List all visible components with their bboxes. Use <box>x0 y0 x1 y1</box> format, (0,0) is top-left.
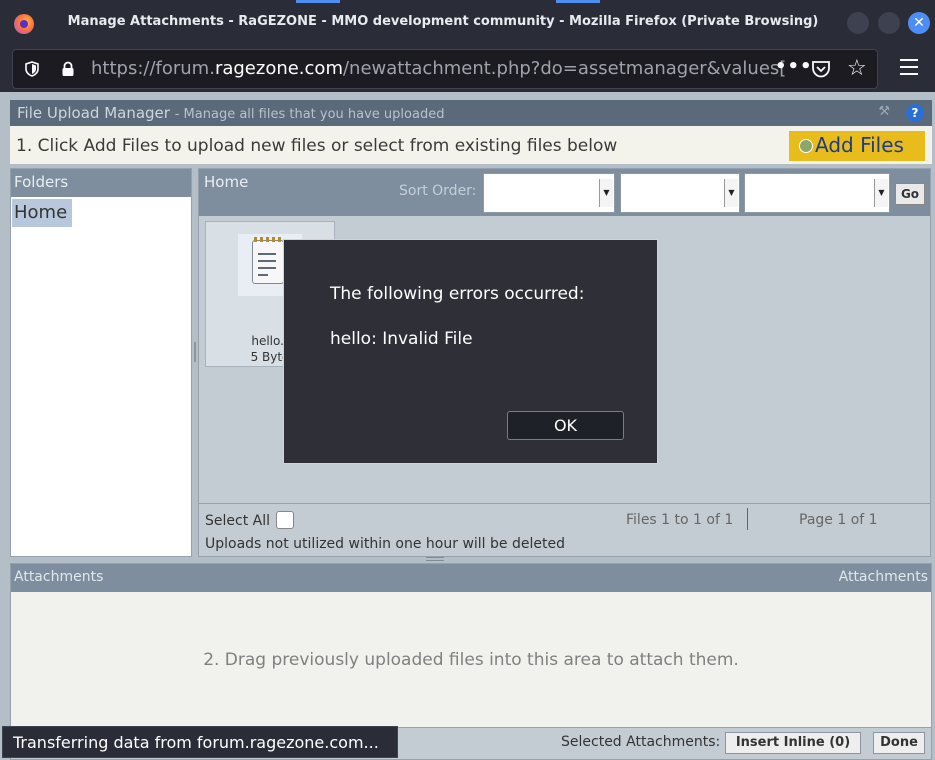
chevron-down-icon: ▼ <box>599 179 613 207</box>
attachments-header-left: Attachments <box>14 569 104 585</box>
insert-inline-button[interactable]: Insert Inline (0) <box>725 732 861 754</box>
window-title: Manage Attachments - RaGEZONE - MMO deve… <box>67 14 819 29</box>
manager-subtitle: - Manage all files that you have uploade… <box>174 107 445 122</box>
help-icon[interactable]: ? <box>906 104 924 122</box>
url-bar[interactable]: https://forum.ragezone.com/newattachment… <box>12 49 878 89</box>
select-all-checkbox[interactable] <box>276 511 294 529</box>
close-window-button[interactable]: ✕ <box>908 12 930 34</box>
url-path: /newattachment.php?do=assetmanager&value… <box>342 58 787 79</box>
url-prefix: https://forum. <box>91 58 215 79</box>
folders-header: Folders <box>11 169 191 197</box>
error-dialog: The following errors occurred: hello: In… <box>283 239 658 464</box>
file-upload-manager-header: File Upload Manager - Manage all files t… <box>10 100 932 126</box>
files-header: Home Sort Order: ▼ ▼ ▼ Go <box>199 169 930 216</box>
tools-icon[interactable]: ⚒ <box>878 104 890 119</box>
sort-select-3[interactable]: ▼ <box>744 173 890 213</box>
maximize-button[interactable] <box>878 12 900 34</box>
go-button[interactable]: Go <box>895 183 925 205</box>
resize-grip[interactable] <box>426 557 444 561</box>
manager-title: File Upload Manager - Manage all files t… <box>17 104 444 122</box>
done-button[interactable]: Done <box>873 732 925 754</box>
error-dialog-heading: The following errors occurred: <box>330 284 585 304</box>
chevron-down-icon: ▼ <box>724 179 738 207</box>
manager-title-text: File Upload Manager <box>17 104 170 122</box>
add-plus-icon <box>799 139 813 153</box>
hamburger-menu-icon[interactable] <box>900 59 918 75</box>
ok-button[interactable]: OK <box>507 411 624 440</box>
minimize-button[interactable] <box>847 12 869 34</box>
select-all-label: Select All <box>205 513 270 529</box>
add-files-label: Add Files <box>815 133 904 157</box>
sort-order-label: Sort Order: <box>399 183 477 199</box>
pocket-icon[interactable] <box>811 60 831 78</box>
window-titlebar: Manage Attachments - RaGEZONE - MMO deve… <box>0 0 935 46</box>
page-actions-menu-icon[interactable]: ••• <box>775 56 813 77</box>
tracking-protection-shield-icon[interactable] <box>25 61 39 77</box>
titlebar-accent <box>296 0 340 3</box>
files-count: Files 1 to 1 of 1 <box>626 512 734 528</box>
drag-drop-hint: 2. Drag previously uploaded files into t… <box>203 650 739 670</box>
panel-splitter[interactable] <box>194 342 196 362</box>
files-footer: Select All Files 1 to 1 of 1 Page 1 of 1… <box>199 503 930 556</box>
status-bar: Transferring data from forum.ragezone.co… <box>2 726 398 758</box>
folder-item-home[interactable]: Home <box>12 199 72 227</box>
bookmark-star-icon[interactable]: ☆ <box>847 57 867 81</box>
folders-panel: Folders Home <box>10 168 192 557</box>
firefox-logo-icon[interactable] <box>14 14 34 34</box>
step1-bar: 1. Click Add Files to upload new files o… <box>10 126 932 164</box>
sort-select-2[interactable]: ▼ <box>620 173 740 213</box>
sort-select-1[interactable]: ▼ <box>483 173 615 213</box>
select-all: Select All <box>205 511 294 529</box>
page-count: Page 1 of 1 <box>799 512 878 528</box>
step1-instructions: 1. Click Add Files to upload new files o… <box>16 136 618 156</box>
lock-icon[interactable] <box>61 61 75 77</box>
error-dialog-message: hello: Invalid File <box>330 329 473 349</box>
attachments-header: Attachments Attachments <box>11 564 931 592</box>
navigation-toolbar: https://forum.ragezone.com/newattachment… <box>0 46 935 92</box>
files-breadcrumb[interactable]: Home <box>204 173 248 191</box>
url-host: ragezone.com <box>214 58 343 79</box>
uploads-expiry-note: Uploads not utilized within one hour wil… <box>205 536 565 552</box>
titlebar-accent <box>556 0 600 3</box>
url-text[interactable]: https://forum.ragezone.com/newattachment… <box>91 58 786 79</box>
add-files-button[interactable]: Add Files <box>789 131 925 161</box>
attachments-header-right: Attachments <box>838 569 928 585</box>
selected-attachments-label: Selected Attachments: <box>561 734 721 750</box>
chevron-down-icon: ▼ <box>874 179 888 207</box>
footer-divider <box>747 508 748 530</box>
